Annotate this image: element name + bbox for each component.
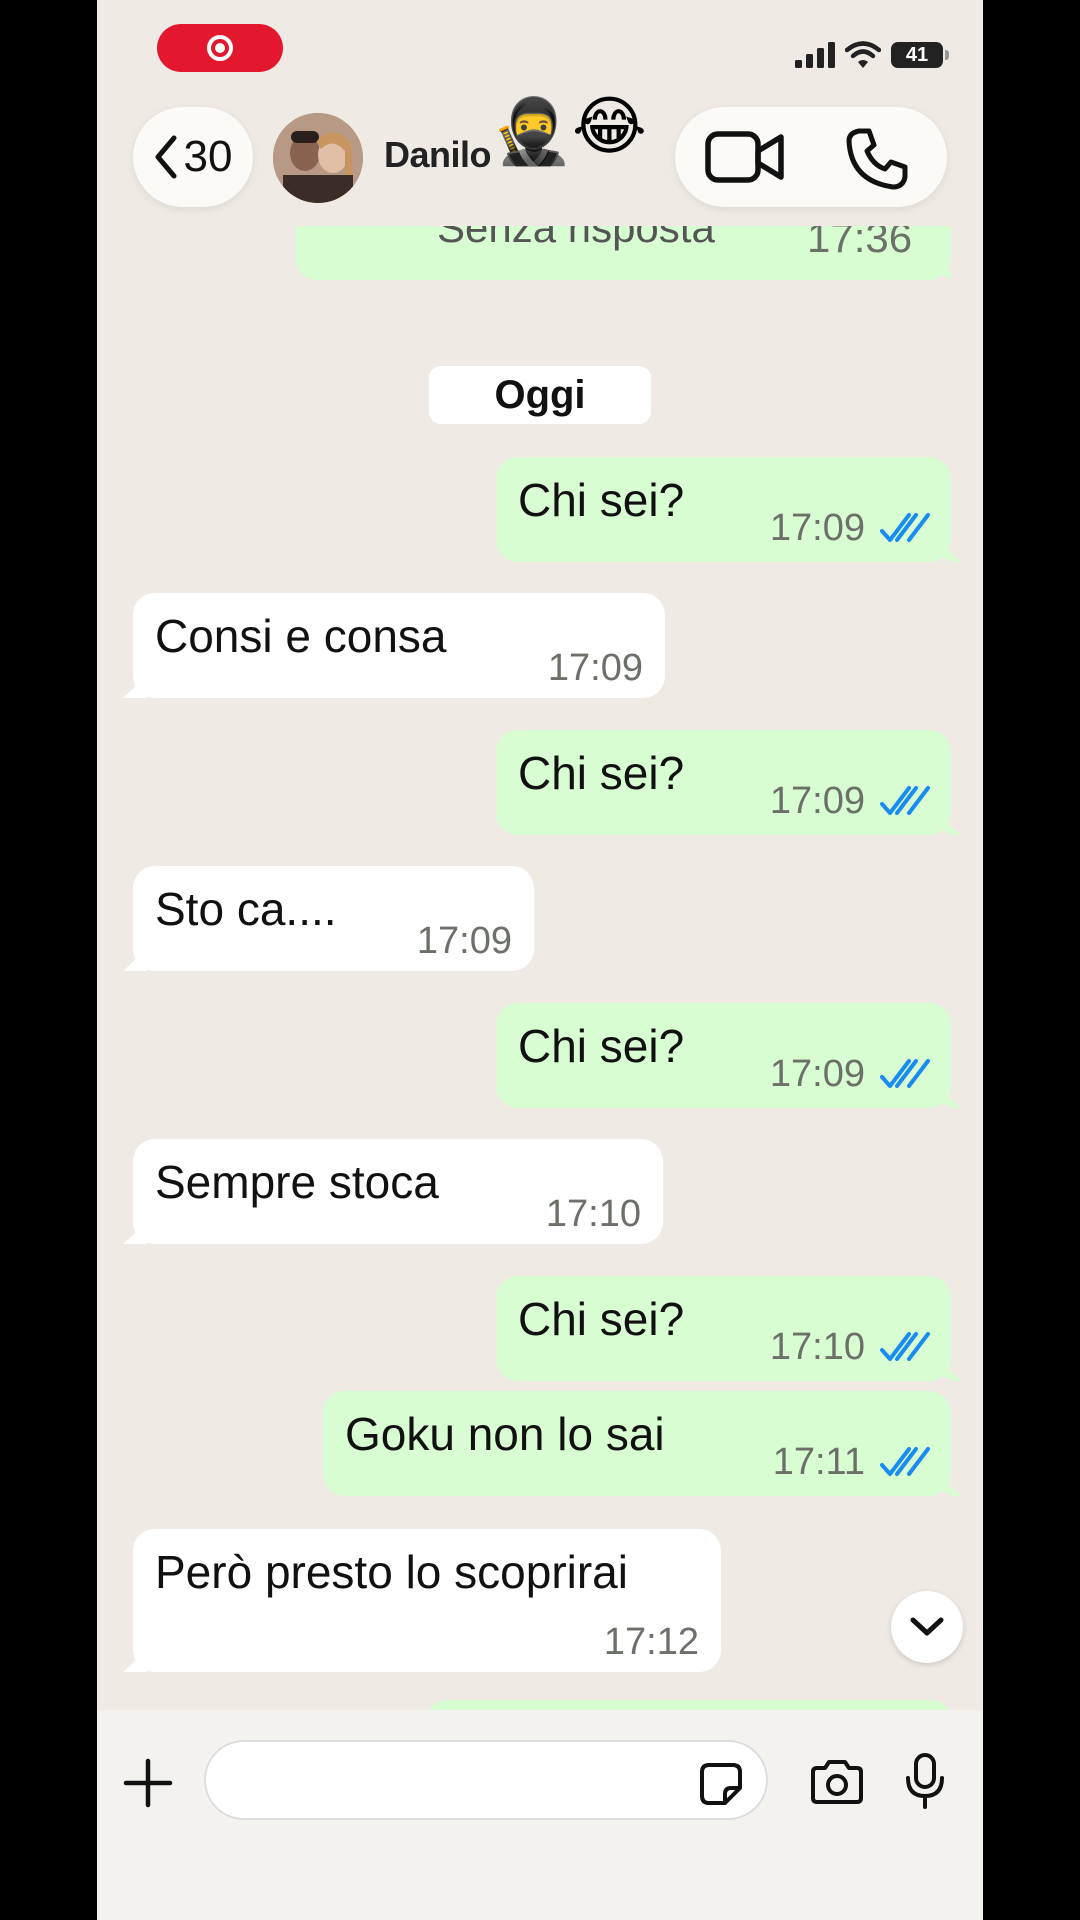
message-time: 17:11: [772, 1441, 865, 1483]
message-time: 17:12: [603, 1621, 699, 1663]
back-button[interactable]: 30: [133, 107, 253, 207]
message-time: 17:10: [545, 1193, 641, 1235]
video-camera-icon: [705, 131, 784, 183]
message-time: 17:09: [547, 647, 643, 689]
microphone-button[interactable]: [905, 1752, 945, 1815]
contact-avatar[interactable]: [273, 113, 363, 203]
read-receipt-icon: [879, 1330, 931, 1369]
message-time: 17:09: [416, 920, 512, 962]
message-text: Sempre stoca: [155, 1156, 439, 1208]
chevron-left-icon: [155, 135, 177, 179]
message-time: 17:09: [769, 780, 865, 822]
outgoing-message[interactable]: Chi sei? 17:10: [496, 1276, 951, 1381]
message-text: Sto ca....: [155, 883, 337, 935]
camera-button[interactable]: [809, 1760, 865, 1809]
signal-icon: [795, 42, 835, 68]
laughing-emoji: 😂: [572, 90, 647, 162]
screen-recording-indicator[interactable]: [157, 24, 283, 72]
outgoing-message[interactable]: Chi sei? 17:09: [496, 730, 951, 835]
attach-button[interactable]: [123, 1758, 173, 1813]
record-icon: [207, 35, 233, 61]
message-text: Chi sei?: [518, 747, 685, 799]
outgoing-message[interactable]: Chi sei? 17:09: [496, 457, 951, 562]
status-bar-right: 41: [795, 40, 949, 70]
ninja-emoji: 🥷: [492, 95, 572, 167]
outgoing-message[interactable]: Chi sei? 17:09: [496, 1003, 951, 1108]
read-receipt-icon: [879, 1445, 931, 1484]
incoming-message[interactable]: Però presto lo scoprirai 17:12: [133, 1529, 721, 1672]
message-text: Consi e consa: [155, 610, 447, 662]
avatar-photo: [273, 113, 363, 203]
video-call-button[interactable]: [705, 129, 785, 190]
unread-count: 30: [183, 132, 233, 181]
message-time: 17:09: [769, 1053, 865, 1095]
sticker-icon: [700, 1763, 742, 1805]
message-input[interactable]: [204, 1740, 768, 1820]
battery-indicator: 41: [891, 42, 949, 68]
sticker-button[interactable]: [699, 1762, 743, 1811]
read-receipt-icon: [879, 784, 931, 823]
message-time: 17:10: [769, 1326, 865, 1368]
chevron-down-icon: [910, 1617, 944, 1636]
camera-icon: [811, 1760, 863, 1804]
voice-call-button[interactable]: [845, 127, 909, 196]
chat-screen: 41 30 Danilo 🥷 😂 Senza risposta 17:36 Og…: [97, 0, 983, 1920]
message-time: 17:09: [769, 507, 865, 549]
read-receipt-icon: [879, 1057, 931, 1096]
incoming-message[interactable]: Sempre stoca 17:10: [133, 1139, 663, 1244]
message-text: Chi sei?: [518, 1293, 685, 1345]
message-text: Chi sei?: [518, 474, 685, 526]
contact-name[interactable]: Danilo: [384, 134, 492, 176]
call-actions: [675, 107, 947, 207]
microphone-icon: [906, 1753, 944, 1809]
message-text: Chi sei?: [518, 1020, 685, 1072]
scroll-to-bottom-button[interactable]: [891, 1591, 963, 1663]
message-text: Goku non lo sai: [345, 1408, 665, 1460]
wifi-icon: [845, 41, 881, 68]
incoming-message[interactable]: Consi e consa 17:09: [133, 593, 665, 698]
message-text: Però presto lo scoprirai: [155, 1546, 628, 1598]
read-receipt-icon: [879, 511, 931, 550]
date-separator: Oggi: [429, 366, 651, 424]
outgoing-message[interactable]: Goku non lo sai 17:11: [323, 1391, 951, 1496]
plus-icon: [123, 1758, 173, 1808]
phone-icon: [846, 128, 908, 190]
incoming-message[interactable]: Sto ca.... 17:09: [133, 866, 534, 971]
message-composer: [97, 1710, 983, 1920]
